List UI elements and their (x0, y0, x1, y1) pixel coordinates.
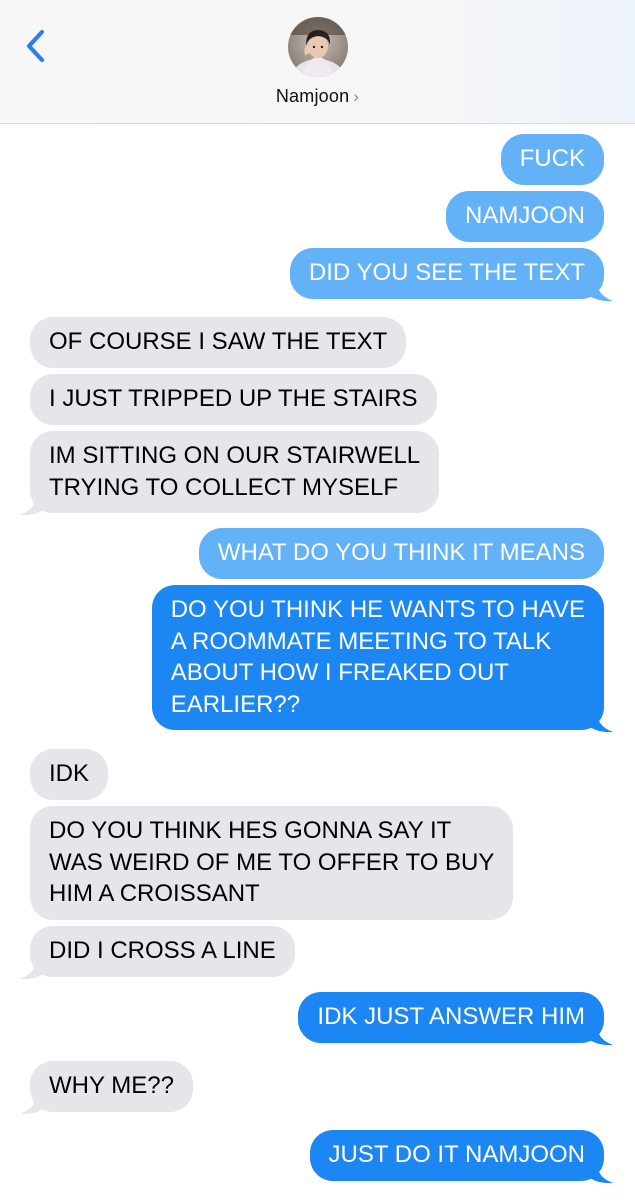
incoming-message[interactable]: OF COURSE I SAW THE TEXT (30, 317, 407, 368)
bubble-tail (20, 962, 46, 980)
bubble-tail (20, 498, 46, 516)
conversation-header: Namjoon › (0, 0, 635, 124)
bubble-tail (587, 715, 613, 733)
chevron-left-icon (26, 29, 45, 63)
incoming-message[interactable]: WHY ME?? (30, 1061, 193, 1112)
outgoing-message[interactable]: DO YOU THINK HE WANTS TO HAVE A ROOMMATE… (151, 585, 604, 730)
contact-name-button[interactable]: Namjoon › (0, 86, 635, 107)
contact-name-label: Namjoon (275, 86, 350, 106)
outgoing-message[interactable]: DID YOU SEE THE TEXT (289, 248, 604, 299)
outgoing-message[interactable]: JUST DO IT NAMJOON (309, 1130, 604, 1181)
bubble-tail (587, 284, 613, 302)
incoming-message[interactable]: IM SITTING ON OUR STAIRWELL TRYING TO CO… (30, 431, 440, 513)
incoming-message[interactable]: I JUST TRIPPED UP THE STAIRS (30, 374, 437, 425)
incoming-message[interactable]: IDK (30, 749, 109, 800)
outgoing-message[interactable]: FUCK (500, 134, 604, 185)
bubble-tail (587, 1166, 613, 1184)
back-button[interactable] (20, 26, 52, 66)
message-thread[interactable]: FUCK NAMJOON DID YOU SEE THE TEXT OF COU… (0, 124, 635, 1200)
incoming-message[interactable]: DO YOU THINK HES GONNA SAY IT WAS WEIRD … (30, 806, 514, 920)
incoming-message[interactable]: DID I CROSS A LINE (30, 926, 295, 977)
bubble-tail (20, 1097, 46, 1115)
chevron-right-icon: › (353, 87, 360, 106)
bubble-tail (587, 1028, 613, 1046)
outgoing-message[interactable]: WHAT DO YOU THINK IT MEANS (198, 528, 604, 579)
outgoing-message[interactable]: NAMJOON (446, 191, 604, 242)
outgoing-message[interactable]: IDK JUST ANSWER HIM (298, 992, 604, 1043)
contact-avatar[interactable] (288, 17, 348, 77)
